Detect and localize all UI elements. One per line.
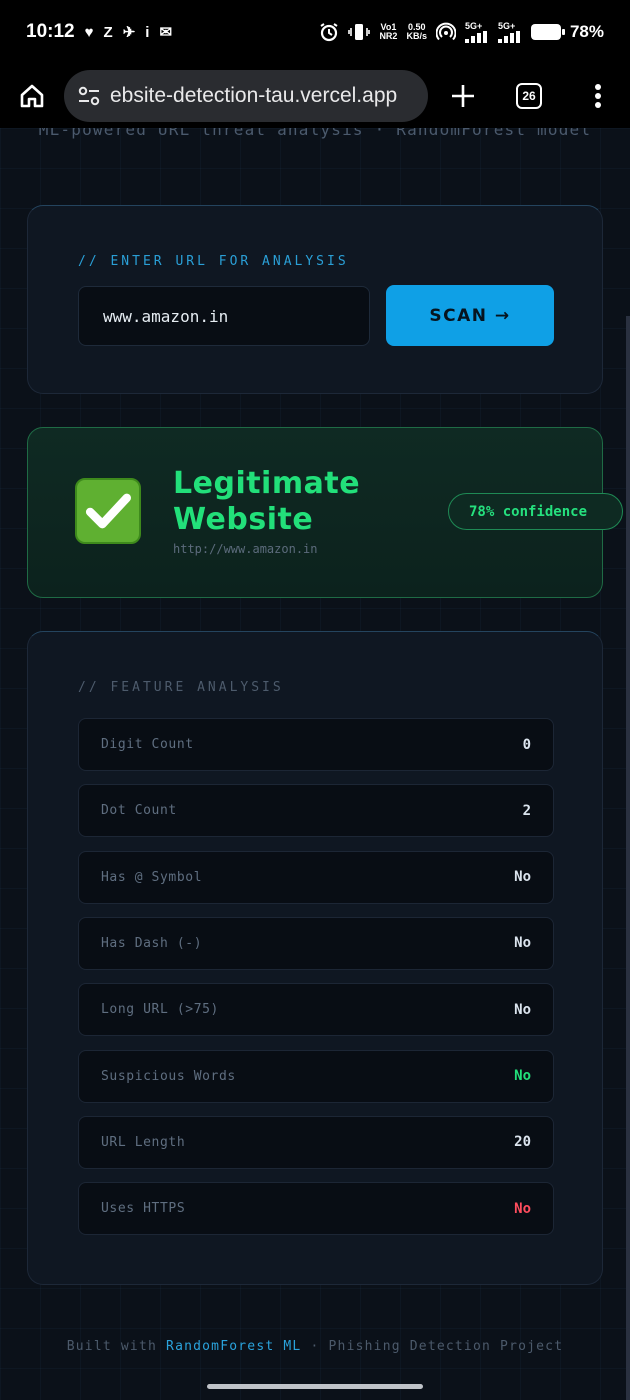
status-right: Vo1 NR2 0.50 KB/s 5G+ 5G+ 78%	[319, 21, 604, 43]
vibrate-icon	[348, 24, 371, 40]
status-time: 10:12	[26, 21, 75, 42]
result-verdict-line1: Legitimate	[173, 466, 361, 501]
status-left: 10:12 ♥ Z ✈ i ✉	[26, 21, 172, 43]
network-speed: 0.50 KB/s	[406, 22, 427, 41]
feature-name: Digit Count	[101, 737, 194, 752]
feature-name: URL Length	[101, 1134, 186, 1150]
feature-value: 2	[522, 802, 531, 819]
page-content: ML-powered URL threat analysis · RandomF…	[0, 128, 630, 1400]
gesture-bar[interactable]	[207, 1384, 423, 1389]
feature-name: Long URL (>75)	[101, 1002, 219, 1018]
feature-row: Uses HTTPS No	[78, 1182, 554, 1236]
tab-switcher-button[interactable]: 26	[492, 64, 566, 128]
hotspot-icon	[435, 22, 456, 41]
feature-row: Long URL (>75) No	[78, 983, 554, 1037]
home-icon	[20, 84, 44, 108]
feature-value: 20	[514, 1134, 531, 1151]
address-bar[interactable]: ebsite-detection-tau.vercel.app	[64, 70, 428, 122]
feature-row: Has Dash (-) No	[78, 916, 554, 970]
feature-row: Has @ Symbol No	[78, 850, 554, 904]
feature-name: Has Dash (-)	[101, 935, 203, 951]
feature-row: Dot Count 2	[78, 784, 554, 838]
chat-notification-icon: ♥	[84, 23, 94, 41]
result-verdict: Legitimate Website	[173, 466, 443, 538]
feature-value: 0	[522, 736, 531, 753]
feature-name: Dot Count	[101, 803, 177, 819]
signal-sim1: 5G+	[464, 21, 489, 43]
footer-suffix: · Phishing Detection Project	[301, 1339, 564, 1354]
feature-value: No	[514, 869, 531, 886]
plus-icon	[452, 85, 474, 107]
signal-bars-icon	[497, 30, 520, 43]
alarm-icon	[320, 23, 338, 42]
home-button[interactable]	[0, 64, 64, 128]
more-vertical-icon	[595, 84, 601, 108]
result-url: http://www.amazon.in	[173, 542, 318, 556]
address-bar-url: ebsite-detection-tau.vercel.app	[110, 84, 398, 107]
result-verdict-line2: Website	[173, 502, 314, 537]
browser-menu-button[interactable]	[566, 64, 630, 128]
feature-value: No	[514, 935, 531, 952]
feature-analysis-card: // FEATURE ANALYSIS Digit Count 0 Dot Coun…	[27, 631, 603, 1285]
feature-name: Uses HTTPS	[101, 1201, 186, 1217]
feature-name: Suspicious Words	[101, 1068, 236, 1084]
page-footer: Built with RandomForest ML · Phishing De…	[0, 1339, 630, 1354]
confidence-badge: 78% confidence	[448, 493, 623, 530]
scan-button[interactable]: SCAN →	[386, 285, 554, 346]
feature-row: Suspicious Words No	[78, 1049, 554, 1103]
signal-sim2: 5G+	[497, 21, 522, 43]
volte-indicator: Vo1 NR2	[379, 22, 398, 41]
battery-percent: 78%	[569, 22, 604, 41]
page-scrollbar[interactable]	[626, 316, 630, 1400]
new-tab-button[interactable]	[434, 64, 492, 128]
signal-bars-icon	[464, 30, 487, 43]
features-section-label: // FEATURE ANALYSIS	[78, 680, 284, 695]
url-input[interactable]	[78, 286, 370, 346]
status-bar: 10:12 ♥ Z ✈ i ✉ Vo1 NR2 0.50 KB/s 5G+ 5G…	[0, 0, 630, 64]
feature-name: Has @ Symbol	[101, 869, 203, 885]
tab-count: 26	[516, 83, 542, 109]
footer-prefix: Built with	[66, 1339, 167, 1354]
result-card: Legitimate Website http://www.amazon.in …	[27, 427, 623, 598]
battery-icon	[530, 24, 565, 40]
app-notification-icon: ✈	[122, 24, 136, 41]
check-mark-icon	[75, 478, 141, 544]
z-notification-icon: Z	[103, 23, 113, 41]
feature-value: No	[514, 1068, 531, 1084]
input-section-label: // ENTER URL FOR ANALYSIS	[78, 254, 349, 269]
feature-row: Digit Count 0	[78, 718, 554, 771]
info-notification-icon: i	[145, 23, 150, 41]
page-subtitle: ML-powered URL threat analysis · RandomF…	[38, 128, 592, 139]
footer-model-link: RandomForest ML	[166, 1339, 302, 1354]
feature-row: URL Length 20	[78, 1115, 554, 1169]
feature-value: No	[514, 1200, 531, 1217]
browser-toolbar: ebsite-detection-tau.vercel.app 26	[0, 64, 630, 128]
site-settings-icon[interactable]	[76, 83, 102, 109]
message-notification-icon: ✉	[159, 24, 173, 41]
feature-value: No	[514, 1001, 531, 1018]
url-input-card: // ENTER URL FOR ANALYSIS SCAN →	[27, 205, 603, 394]
